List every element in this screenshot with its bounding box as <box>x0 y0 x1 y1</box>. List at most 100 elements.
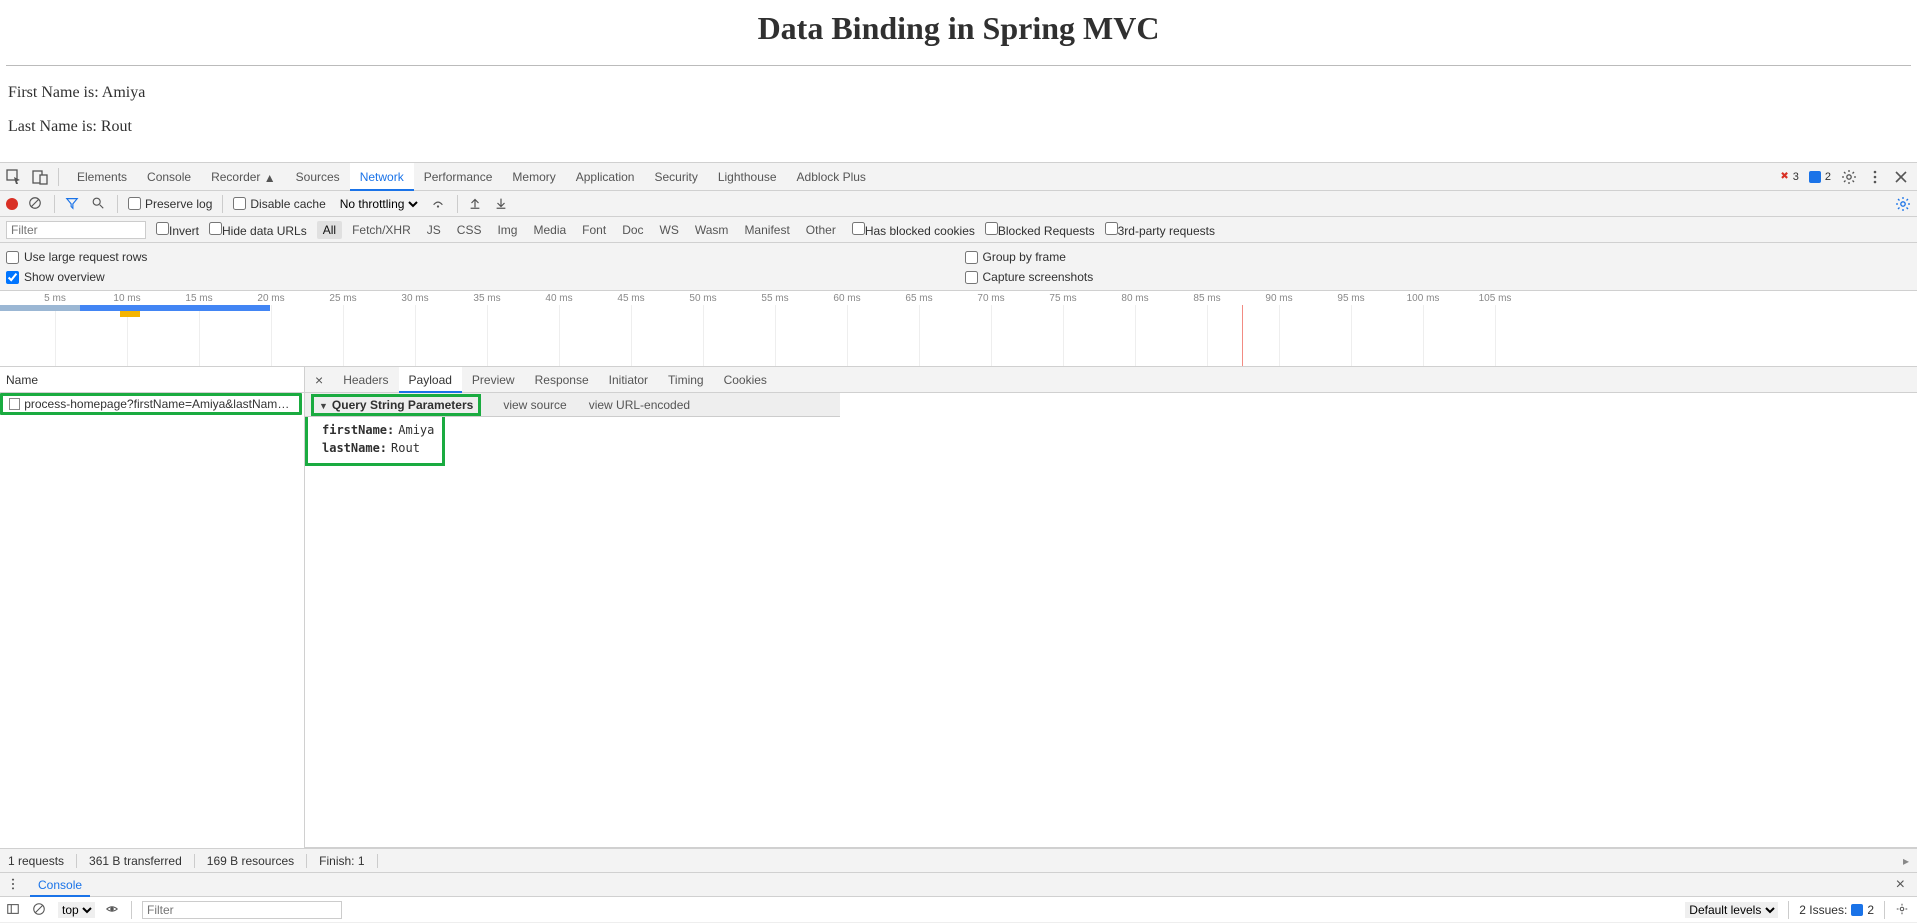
clear-console-icon[interactable] <box>32 902 48 918</box>
network-settings-gear-icon[interactable] <box>1895 196 1911 212</box>
query-string-params-title[interactable]: Query String Parameters <box>315 398 477 412</box>
detail-tab-timing[interactable]: Timing <box>658 367 714 393</box>
console-filter-input[interactable] <box>142 901 342 919</box>
close-icon[interactable] <box>1893 169 1909 185</box>
detail-close-icon[interactable]: × <box>305 372 333 388</box>
preserve-log-checkbox[interactable]: Preserve log <box>128 197 212 211</box>
disable-cache-checkbox[interactable]: Disable cache <box>233 197 325 211</box>
tab-elements[interactable]: Elements <box>67 163 137 191</box>
tab-network[interactable]: Network <box>350 163 414 191</box>
first-name-label: First Name is: <box>8 84 102 101</box>
timeline-gridline <box>919 305 920 366</box>
device-toolbar-icon[interactable] <box>32 169 48 185</box>
chip-fetch-xhr[interactable]: Fetch/XHR <box>346 221 417 239</box>
detail-tab-preview[interactable]: Preview <box>462 367 525 393</box>
timeline-tick: 10 ms <box>113 293 140 304</box>
invert-checkbox[interactable]: Invert <box>156 222 199 238</box>
inspect-element-icon[interactable] <box>6 169 22 185</box>
timeline-tick: 105 ms <box>1479 293 1512 304</box>
request-list: Name process-homepage?firstName=Amiya&la… <box>0 367 305 848</box>
chip-img[interactable]: Img <box>491 221 523 239</box>
chip-css[interactable]: CSS <box>451 221 488 239</box>
last-name-label: Last Name is: <box>8 118 101 135</box>
capture-screenshots-checkbox[interactable]: Capture screenshots <box>965 267 1912 287</box>
timeline-gridline <box>487 305 488 366</box>
blocked-requests-checkbox[interactable]: Blocked Requests <box>985 222 1095 238</box>
status-finish: Finish: 1 <box>319 854 377 868</box>
issues-icon <box>1851 904 1863 916</box>
record-button[interactable] <box>6 198 18 210</box>
disclosure-triangle-icon <box>319 398 330 412</box>
network-conditions-icon[interactable] <box>431 196 447 212</box>
issues-label: 2 Issues: <box>1799 903 1847 917</box>
detail-tabs: × Headers Payload Preview Response Initi… <box>305 367 1917 393</box>
tab-security[interactable]: Security <box>644 163 707 191</box>
page-divider <box>6 65 1911 66</box>
gear-icon[interactable] <box>1841 169 1857 185</box>
execution-context-select[interactable]: top <box>58 902 95 918</box>
errors-pill[interactable]: 3 <box>1780 171 1799 183</box>
network-timeline[interactable]: 5 ms10 ms15 ms20 ms25 ms30 ms35 ms40 ms4… <box>0 291 1917 367</box>
tab-console[interactable]: Console <box>137 163 201 191</box>
import-har-icon[interactable] <box>468 196 484 212</box>
request-row[interactable]: process-homepage?firstName=Amiya&lastNam… <box>0 393 302 415</box>
log-levels-select[interactable]: Default levels <box>1685 902 1778 918</box>
request-list-header[interactable]: Name <box>0 367 304 393</box>
tab-sources[interactable]: Sources <box>286 163 350 191</box>
tab-recorder[interactable]: Recorder ▲ <box>201 163 286 191</box>
messages-pill[interactable]: 2 <box>1809 171 1831 183</box>
detail-tab-headers[interactable]: Headers <box>333 367 398 393</box>
detail-tab-initiator[interactable]: Initiator <box>599 367 658 393</box>
qsp-title-text: Query String Parameters <box>332 398 473 412</box>
issues-count: 2 <box>1867 903 1874 917</box>
console-drawer-close-icon[interactable]: × <box>1890 876 1911 894</box>
live-expression-eye-icon[interactable] <box>105 902 121 918</box>
view-source-link[interactable]: view source <box>503 398 566 412</box>
tab-lighthouse[interactable]: Lighthouse <box>708 163 787 191</box>
devtools-tabs-left <box>0 168 67 186</box>
chip-other[interactable]: Other <box>800 221 842 239</box>
more-vertical-icon[interactable] <box>6 877 22 893</box>
console-sidebar-toggle-icon[interactable] <box>6 902 22 918</box>
issues-badge[interactable]: 2 Issues: 2 <box>1799 903 1874 917</box>
has-blocked-cookies-checkbox[interactable]: Has blocked cookies <box>852 222 975 238</box>
chip-wasm[interactable]: Wasm <box>689 221 735 239</box>
toolbar-sep-3 <box>222 195 223 213</box>
show-overview-checkbox[interactable]: Show overview <box>6 267 953 287</box>
chip-media[interactable]: Media <box>527 221 572 239</box>
hide-data-urls-checkbox[interactable]: Hide data URLs <box>209 222 307 238</box>
more-vertical-icon[interactable] <box>1867 169 1883 185</box>
use-large-rows-checkbox[interactable]: Use large request rows <box>6 247 953 267</box>
export-har-icon[interactable] <box>494 196 510 212</box>
payload-toolbar: Query String Parameters view source view… <box>305 393 840 417</box>
tab-memory[interactable]: Memory <box>502 163 565 191</box>
console-settings-gear-icon[interactable] <box>1895 902 1911 918</box>
detail-tab-response[interactable]: Response <box>525 367 599 393</box>
throttling-select[interactable]: No throttling <box>336 196 421 212</box>
third-party-checkbox[interactable]: 3rd-party requests <box>1105 222 1215 238</box>
filter-icon[interactable] <box>65 196 81 212</box>
has-blocked-cookies-label: Has blocked cookies <box>865 224 975 238</box>
chip-font[interactable]: Font <box>576 221 612 239</box>
chip-all[interactable]: All <box>317 221 342 239</box>
timeline-tick: 80 ms <box>1121 293 1148 304</box>
status-overflow-icon[interactable]: ▸ <box>1903 854 1909 868</box>
detail-tab-payload[interactable]: Payload <box>399 367 462 393</box>
clear-icon[interactable] <box>28 196 44 212</box>
errors-count: 3 <box>1793 171 1799 183</box>
group-by-frame-checkbox[interactable]: Group by frame <box>965 247 1912 267</box>
timeline-tick: 30 ms <box>401 293 428 304</box>
detail-tab-cookies[interactable]: Cookies <box>714 367 777 393</box>
tab-application[interactable]: Application <box>566 163 645 191</box>
tab-performance[interactable]: Performance <box>414 163 503 191</box>
network-filter-input[interactable] <box>6 221 146 239</box>
chip-ws[interactable]: WS <box>654 221 685 239</box>
console-drawer-tab[interactable]: Console <box>30 873 90 897</box>
search-icon[interactable] <box>91 196 107 212</box>
chip-manifest[interactable]: Manifest <box>738 221 795 239</box>
chip-doc[interactable]: Doc <box>616 221 649 239</box>
chip-js[interactable]: JS <box>421 221 447 239</box>
qsp-title-box: Query String Parameters <box>311 394 481 416</box>
tab-adblock[interactable]: Adblock Plus <box>787 163 876 191</box>
view-url-encoded-link[interactable]: view URL-encoded <box>589 398 690 412</box>
